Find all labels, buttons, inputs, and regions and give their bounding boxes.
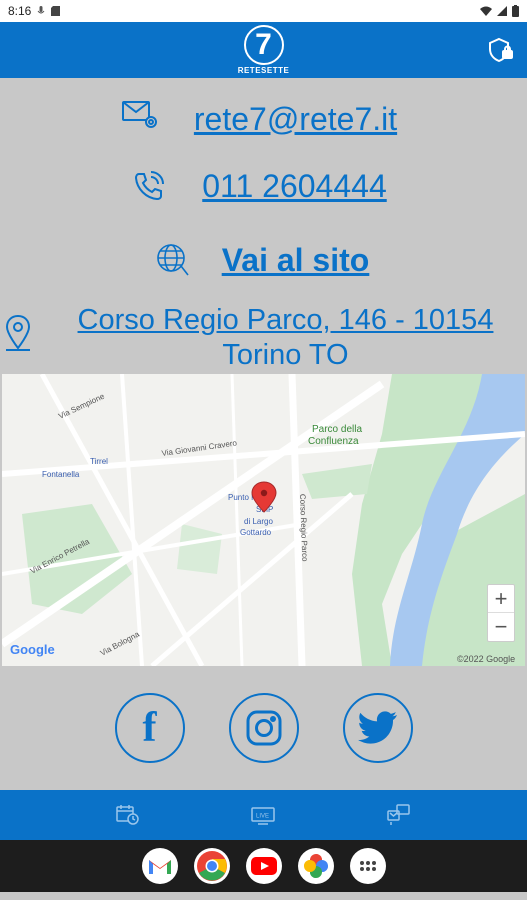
map-label-tirrel: Tirrel [90, 457, 108, 466]
google-map[interactable]: Parco della Confluenza Via Sempione Via … [2, 374, 525, 666]
phone-row: 011 2604444 [0, 150, 527, 222]
map-label-poi3: di Largo [244, 517, 273, 526]
social-row: f [0, 666, 527, 790]
website-link[interactable]: Vai al sito [222, 242, 370, 279]
youtube-app-icon[interactable] [245, 848, 282, 884]
status-bar: 8:16 [0, 0, 527, 22]
sdcard-icon [51, 6, 61, 16]
privacy-shield-icon[interactable] [487, 36, 515, 64]
phone-link[interactable]: 011 2604444 [202, 168, 386, 205]
map-label-poi4: Gottardo [240, 528, 272, 537]
mic-icon [37, 6, 45, 14]
contacts-icon [387, 804, 410, 825]
nav-schedule[interactable] [108, 800, 148, 830]
phone-icon [134, 171, 164, 201]
photos-app-icon[interactable] [297, 848, 334, 884]
live-tv-icon: LIVE [251, 807, 276, 825]
chrome-app-icon[interactable] [193, 848, 230, 884]
location-pin-icon [5, 314, 31, 351]
svg-text:Parco della Confluenza: Parco della Confluenza [308, 424, 365, 447]
address-row: Corso Regio Parco, 146 - 10154 Torino TO [0, 298, 527, 374]
zoom-controls: + − [487, 584, 515, 642]
retesette-logo: 7 RETESETTE [238, 25, 290, 75]
map-canvas[interactable]: Parco della Confluenza Via Sempione Via … [2, 374, 525, 666]
instagram-icon [246, 710, 281, 746]
instagram-button[interactable] [228, 693, 299, 763]
zoom-out-button[interactable]: − [488, 613, 514, 641]
logo-text: RETESETTE [237, 66, 290, 75]
signal-icon [497, 6, 507, 16]
facebook-button[interactable]: f [114, 693, 185, 763]
map-copyright: ©2022 Google [457, 654, 515, 664]
address-city: Torino TO [222, 339, 349, 371]
battery-icon [512, 5, 519, 17]
svg-text:LIVE: LIVE [256, 814, 269, 820]
email-icon [122, 101, 157, 128]
globe-icon [157, 244, 189, 276]
nav-contacts[interactable] [379, 800, 419, 830]
map-label-fontanella: Fontanella [42, 470, 80, 479]
nav-live[interactable]: LIVE [243, 800, 283, 830]
google-logo: Google [10, 642, 55, 657]
address-link[interactable]: Corso Regio Parco, 146 - 10154 [78, 304, 494, 337]
app-header: 7 RETESETTE [0, 22, 527, 78]
app-drawer-icon[interactable] [349, 848, 386, 884]
facebook-icon: f [142, 705, 157, 751]
twitter-button[interactable] [342, 693, 413, 763]
wifi-icon [480, 6, 492, 16]
status-time: 8:16 [8, 4, 32, 18]
calendar-clock-icon [116, 805, 139, 825]
zoom-in-button[interactable]: + [488, 585, 514, 613]
twitter-icon [357, 711, 397, 744]
email-row: rete7@rete7.it [0, 78, 527, 150]
contacts-content: rete7@rete7.it 011 2604444 Vai al sito C… [0, 78, 527, 374]
bottom-navigation: LIVE [0, 790, 527, 840]
email-link[interactable]: rete7@rete7.it [194, 101, 397, 138]
gmail-app-icon[interactable] [141, 848, 178, 884]
system-dock [0, 840, 527, 892]
website-row: Vai al sito [0, 222, 527, 298]
logo-number: 7 [243, 25, 284, 65]
